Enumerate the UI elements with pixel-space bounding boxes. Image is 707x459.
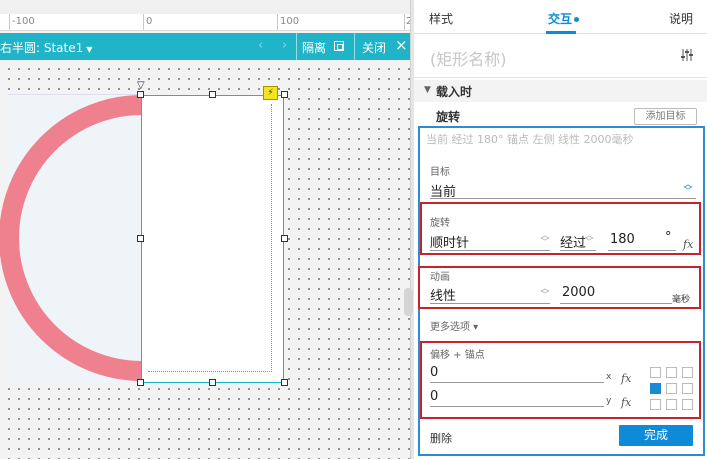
shape-name-input[interactable]: (矩形名称) — [430, 46, 507, 70]
anchor-bottom-left[interactable] — [650, 399, 661, 410]
resize-handle[interactable] — [209, 379, 216, 386]
selection-guide — [148, 104, 272, 372]
degree-unit: ° — [665, 230, 672, 245]
target-underline — [430, 198, 696, 199]
panel-tabs: 样式 交互 说明 — [414, 0, 707, 34]
anchor-top-center[interactable] — [666, 367, 677, 378]
duration-input[interactable]: 2000 — [562, 285, 595, 300]
offset-x-input[interactable]: 0 — [430, 365, 438, 380]
mode-underline — [560, 250, 596, 251]
resize-handle[interactable] — [281, 91, 288, 98]
anchor-left-center[interactable] — [650, 383, 661, 394]
tab-notes[interactable]: 说明 — [669, 10, 693, 27]
offset-label: 偏移 + 锚点 — [430, 350, 485, 361]
duration-underline — [560, 303, 672, 304]
delete-action-link[interactable]: 删除 — [430, 430, 452, 446]
anchor-right-center[interactable] — [682, 383, 693, 394]
degrees-input[interactable]: 180 — [610, 232, 635, 247]
active-tab-indicator — [546, 31, 576, 34]
design-canvas[interactable]: -100 0 100 2 右半圆: State1▼ ‹ › 隔离 关闭 × ⚡ … — [0, 0, 410, 459]
rotate-label: 旋转 — [430, 218, 450, 229]
offset-y-underline — [430, 406, 604, 407]
event-header[interactable]: ▼ 载入时 — [414, 80, 707, 102]
done-button[interactable]: 完成 — [619, 425, 693, 446]
degrees-underline — [608, 250, 676, 251]
y-axis-label: y — [606, 396, 612, 406]
collapse-icon[interactable]: ▼ — [424, 85, 431, 95]
resize-handle[interactable] — [281, 379, 288, 386]
lightning-icon[interactable]: ⚡ — [263, 86, 278, 100]
direction-spinner-icon[interactable]: ︿ ﹀ — [540, 232, 550, 248]
animate-label: 动画 — [430, 272, 450, 283]
rotation-direction-select[interactable]: 顺时针 — [430, 232, 469, 251]
rotation-handle-icon[interactable]: ▽ — [137, 80, 145, 91]
resize-handle[interactable] — [281, 235, 288, 242]
action-summary: 当前 经过 180° 锚点 左侧 线性 2000毫秒 — [426, 133, 634, 146]
offset-y-input[interactable]: 0 — [430, 389, 438, 404]
resize-handle[interactable] — [137, 379, 144, 386]
target-dropdown-icon[interactable]: ︿ ﹀ — [683, 181, 693, 197]
tab-style[interactable]: 样式 — [429, 10, 453, 27]
splitter-grip[interactable] — [404, 288, 413, 316]
ring-arc[interactable] — [0, 95, 143, 381]
resize-handle[interactable] — [209, 91, 216, 98]
anchor-bottom-center[interactable] — [666, 399, 677, 410]
anchor-top-right[interactable] — [682, 367, 693, 378]
more-options-label: 更多选项 — [430, 322, 470, 333]
anchor-bottom-right[interactable] — [682, 399, 693, 410]
fx-icon[interactable]: fx — [621, 396, 631, 409]
duration-unit: 毫秒 — [672, 295, 691, 305]
event-title: 载入时 — [436, 85, 473, 99]
add-target-button[interactable]: 添加目标 — [634, 108, 697, 125]
easing-select[interactable]: 线性 — [430, 285, 456, 304]
tab-interaction-label: 交互 — [548, 12, 573, 26]
direction-underline — [430, 250, 550, 251]
x-axis-label: x — [606, 372, 612, 382]
resize-handle[interactable] — [137, 91, 144, 98]
easing-underline — [430, 303, 550, 304]
interaction-panel: 样式 交互 说明 (矩形名称) ▼ 载入时 旋转 添加目标 当前 经过 180°… — [414, 0, 707, 459]
offset-x-underline — [430, 382, 604, 383]
fx-icon[interactable]: fx — [683, 238, 693, 251]
anchor-center[interactable] — [666, 383, 677, 394]
divider — [414, 77, 707, 78]
sliders-icon[interactable] — [680, 48, 694, 62]
more-options-link[interactable]: 更多选项 ▾ — [430, 318, 478, 333]
easing-spinner-icon[interactable]: ︿ ﹀ — [540, 285, 550, 301]
action-title: 旋转 — [436, 110, 461, 124]
tab-interaction[interactable]: 交互 — [548, 10, 580, 27]
resize-handle[interactable] — [137, 235, 144, 242]
anchor-top-left[interactable] — [650, 367, 661, 378]
target-label: 目标 — [430, 167, 450, 178]
active-dot-icon — [574, 17, 580, 22]
fx-icon[interactable]: fx — [621, 372, 631, 385]
mode-spinner-icon[interactable]: ︿ ﹀ — [584, 232, 594, 248]
